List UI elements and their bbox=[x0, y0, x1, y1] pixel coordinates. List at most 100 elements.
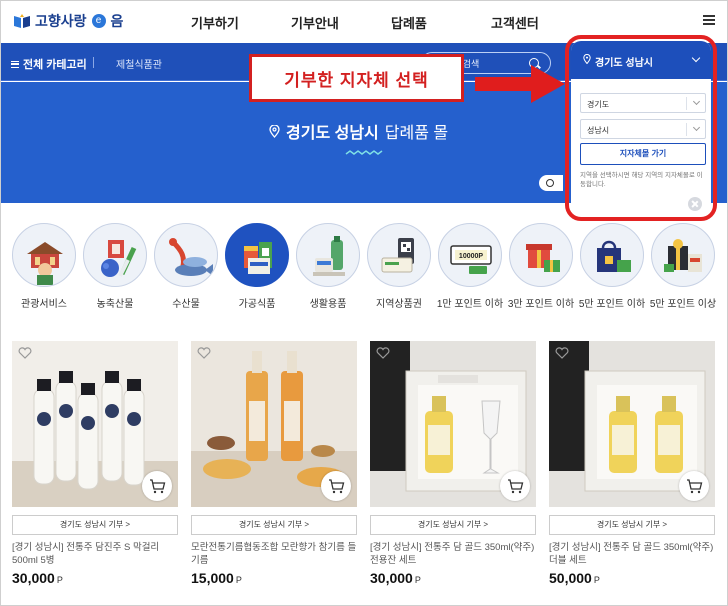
nav-guide[interactable]: 기부안내 bbox=[291, 13, 391, 32]
product-title[interactable]: [경기 성남시] 전통주 담진주 S 막걸리 500ml 5병 bbox=[12, 541, 178, 567]
add-to-cart-button[interactable] bbox=[142, 471, 172, 501]
cart-icon bbox=[508, 479, 524, 494]
price-unit: P bbox=[593, 575, 600, 585]
callout-text: 기부한 지자체 선택 bbox=[284, 70, 429, 90]
price-value: 30,000 bbox=[12, 570, 55, 586]
price-unit: P bbox=[414, 575, 421, 585]
seasonal-food-link[interactable]: 제철식품관 bbox=[116, 56, 162, 71]
category-local-voucher[interactable]: 지역상품권 bbox=[364, 223, 434, 310]
all-categories-button[interactable]: 전체 카테고리 bbox=[11, 56, 87, 72]
product-title[interactable]: [경기 성남시] 전통주 담 골드 350ml(약주) 전용잔 세트 bbox=[370, 541, 536, 567]
nav-support[interactable]: 고객센터 bbox=[491, 13, 591, 32]
category-label: 생활용품 bbox=[309, 299, 347, 310]
banner-region: 경기도 성남시 bbox=[286, 125, 379, 142]
add-to-cart-button[interactable] bbox=[321, 471, 351, 501]
go-to-mall-button[interactable]: 지자체몰 가기 bbox=[580, 143, 706, 165]
heart-icon[interactable] bbox=[18, 347, 32, 359]
city-value: 성남시 bbox=[587, 126, 610, 135]
voucher-ticket-icon: 10000P bbox=[438, 223, 502, 287]
category-label: 3만 포인트 이하 bbox=[507, 299, 575, 310]
divider bbox=[93, 57, 94, 68]
product-image[interactable] bbox=[370, 341, 536, 507]
category-seafood[interactable]: 수산물 bbox=[151, 223, 221, 310]
category-over-50k[interactable]: 5만 포인트 이상 bbox=[648, 223, 718, 310]
banner-suffix: 답례품 몰 bbox=[384, 125, 449, 142]
site-logo[interactable]: 고향사랑 e 음 bbox=[13, 11, 123, 31]
category-label: 농축산물 bbox=[96, 299, 134, 310]
chevron-down-icon bbox=[692, 97, 701, 106]
gift-set-icon bbox=[651, 223, 715, 287]
province-select[interactable]: 경기도 bbox=[580, 93, 706, 113]
category-tourism[interactable]: 관광서비스 bbox=[9, 223, 79, 310]
chevron-down-icon bbox=[692, 123, 701, 132]
category-household[interactable]: 생활용품 bbox=[293, 223, 363, 310]
heart-icon[interactable] bbox=[197, 347, 211, 359]
page-frame: 고향사랑 e 음 기부하기 기부안내 답례품 고객센터 전체 카테고리 제철식품… bbox=[0, 0, 728, 606]
logo-text-end: 음 bbox=[110, 13, 124, 29]
nav-gifts[interactable]: 답례품 bbox=[391, 13, 491, 32]
category-label: 5만 포인트 이상 bbox=[649, 299, 717, 310]
add-to-cart-button[interactable] bbox=[500, 471, 530, 501]
location-pin-icon bbox=[583, 54, 591, 64]
price-value: 50,000 bbox=[549, 570, 592, 586]
donate-button[interactable]: 경기도 성남시 기부 > bbox=[191, 515, 357, 535]
annotation-arrow-icon bbox=[475, 65, 565, 103]
agriculture-icon bbox=[83, 223, 147, 287]
category-list: 관광서비스 농축산물 수산물 가공식품 생활용품 지역상품권 10000P 1만… bbox=[9, 223, 725, 313]
category-under-50k[interactable]: 5만 포인트 이하 bbox=[577, 223, 647, 310]
category-label: 1만 포인트 이하 bbox=[436, 299, 504, 310]
province-value: 경기도 bbox=[587, 100, 610, 109]
price-value: 15,000 bbox=[191, 570, 234, 586]
cart-icon bbox=[150, 479, 166, 494]
product-title[interactable]: 모란전통기름협동조합 모란향가 참기름 들기름 bbox=[191, 541, 357, 567]
wave-decoration bbox=[345, 150, 383, 155]
select-divider bbox=[686, 123, 687, 136]
menu-icon[interactable] bbox=[703, 15, 715, 25]
product-price: 15,000 P bbox=[191, 570, 242, 586]
seafood-icon bbox=[154, 223, 218, 287]
cart-icon bbox=[329, 479, 345, 494]
region-panel-title: 경기도 성남시 bbox=[595, 58, 653, 69]
product-title[interactable]: [경기 성남시] 전통주 담 골드 350ml(약주) 더블 세트 bbox=[549, 541, 715, 567]
product-image[interactable] bbox=[191, 341, 357, 507]
logo-book-icon bbox=[14, 14, 30, 28]
household-icon bbox=[296, 223, 360, 287]
add-to-cart-button[interactable] bbox=[679, 471, 709, 501]
product-image[interactable] bbox=[549, 341, 715, 507]
category-under-10k[interactable]: 10000P 1만 포인트 이하 bbox=[435, 223, 505, 310]
category-label: 5만 포인트 이하 bbox=[578, 299, 646, 310]
nav-donate[interactable]: 기부하기 bbox=[191, 13, 291, 32]
close-icon[interactable] bbox=[688, 197, 702, 211]
banner-search-tab[interactable] bbox=[539, 175, 563, 191]
donate-button[interactable]: 경기도 성남시 기부 > bbox=[549, 515, 715, 535]
processed-food-icon bbox=[225, 223, 289, 287]
shopping-bag-icon bbox=[580, 223, 644, 287]
heart-icon[interactable] bbox=[376, 347, 390, 359]
region-select-panel: 경기도 성남시 경기도 성남시 지자체몰 가기 지역을 선택하시면 해당 지역의… bbox=[571, 41, 711, 215]
product-image[interactable] bbox=[12, 341, 178, 507]
donate-button[interactable]: 경기도 성남시 기부 > bbox=[370, 515, 536, 535]
product-price: 30,000 P bbox=[12, 570, 63, 586]
gift-icon bbox=[509, 223, 573, 287]
city-select[interactable]: 성남시 bbox=[580, 119, 706, 139]
logo-e-badge: e bbox=[91, 14, 106, 28]
donate-button[interactable]: 경기도 성남시 기부 > bbox=[12, 515, 178, 535]
category-agriculture[interactable]: 농축산물 bbox=[80, 223, 150, 310]
all-categories-label: 전체 카테고리 bbox=[23, 59, 87, 71]
list-icon bbox=[11, 60, 19, 68]
category-processed-food[interactable]: 가공식품 bbox=[222, 223, 292, 310]
select-divider bbox=[686, 97, 687, 110]
logo-text: 고향사랑 bbox=[35, 13, 87, 29]
product-price: 30,000 P bbox=[370, 570, 421, 586]
category-label: 가공식품 bbox=[238, 299, 276, 310]
category-under-30k[interactable]: 3만 포인트 이하 bbox=[506, 223, 576, 310]
chevron-down-icon[interactable] bbox=[691, 53, 701, 63]
heart-icon[interactable] bbox=[555, 347, 569, 359]
product-grid: 경기도 성남시 기부 > [경기 성남시] 전통주 담진주 S 막걸리 500m… bbox=[1, 341, 727, 605]
annotation-callout: 기부한 지자체 선택 bbox=[249, 54, 464, 102]
cart-icon bbox=[687, 479, 703, 494]
category-label: 수산물 bbox=[172, 299, 200, 310]
region-note: 지역을 선택하시면 해당 지역의 지자체몰로 이동합니다. bbox=[580, 172, 703, 188]
region-panel-header[interactable]: 경기도 성남시 bbox=[571, 41, 711, 79]
category-label: 지역상품권 bbox=[376, 299, 422, 310]
